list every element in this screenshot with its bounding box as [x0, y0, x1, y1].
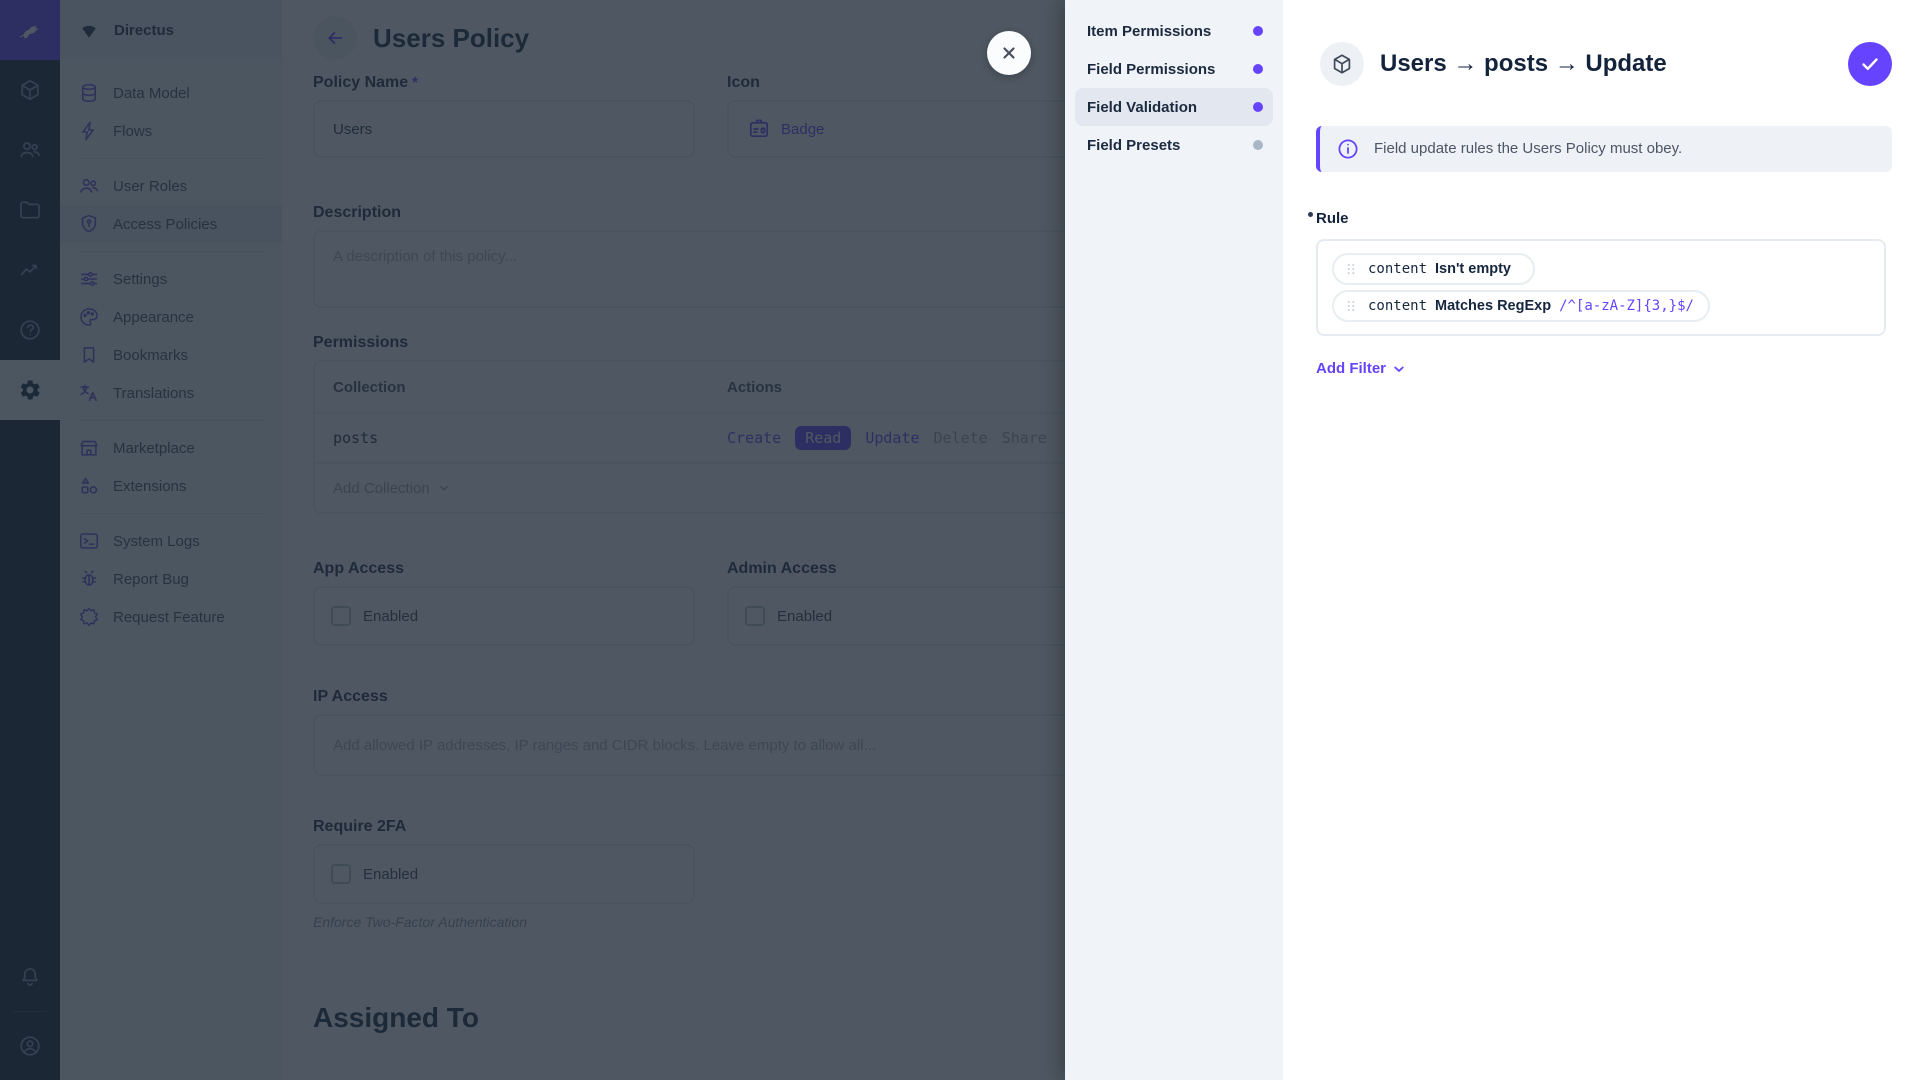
permissions-drawer: Item Permissions Field Permissions Field…	[1065, 0, 1920, 1080]
drawer-close-button[interactable]	[987, 31, 1031, 75]
tab-field-presets[interactable]: Field Presets	[1075, 126, 1273, 164]
add-filter-button[interactable]: Add Filter	[1316, 360, 1408, 378]
save-button[interactable]	[1848, 42, 1892, 86]
status-dot	[1253, 64, 1263, 74]
rule-label: Rule	[1316, 210, 1892, 227]
tab-label: Item Permissions	[1087, 23, 1211, 40]
status-dot	[1253, 140, 1263, 150]
chevron-down-icon	[1390, 360, 1408, 378]
tab-label: Field Validation	[1087, 99, 1197, 116]
required-dot	[1308, 212, 1313, 217]
drawer-nav: Item Permissions Field Permissions Field…	[1065, 0, 1283, 1080]
box-icon	[1320, 42, 1364, 86]
drawer-header: Users → posts → Update	[1316, 0, 1892, 98]
app-window: Directus Data Model Flows User Roles Acc…	[0, 0, 1920, 1080]
close-icon	[997, 41, 1021, 65]
drawer-main: Users → posts → Update Field update rule…	[1283, 0, 1920, 1080]
tab-label: Field Presets	[1087, 137, 1180, 154]
rule-label-text: Rule	[1316, 210, 1349, 227]
status-dot	[1253, 26, 1263, 36]
tab-label: Field Permissions	[1087, 61, 1215, 78]
tab-item-permissions[interactable]: Item Permissions	[1075, 12, 1273, 50]
add-filter-label: Add Filter	[1316, 360, 1386, 377]
check-icon	[1858, 52, 1882, 76]
notice-text: Field update rules the Users Policy must…	[1374, 140, 1682, 157]
filter-value[interactable]: /^[a-zA-Z]{3,}$/	[1559, 298, 1694, 314]
rule-filter-panel: content Isn't empty content Matches RegE…	[1316, 239, 1886, 336]
status-dot	[1253, 102, 1263, 112]
info-icon	[1336, 137, 1360, 161]
info-notice: Field update rules the Users Policy must…	[1316, 126, 1892, 172]
filter-row[interactable]: content Matches RegExp /^[a-zA-Z]{3,}$/	[1332, 290, 1710, 322]
tab-field-permissions[interactable]: Field Permissions	[1075, 50, 1273, 88]
drag-handle-icon[interactable]	[1342, 260, 1360, 278]
filter-row[interactable]: content Isn't empty	[1332, 253, 1535, 285]
drawer-title: Users → posts → Update	[1380, 50, 1832, 78]
filter-field[interactable]: content	[1368, 261, 1427, 277]
filter-operator[interactable]: Isn't empty	[1435, 261, 1511, 277]
filter-operator[interactable]: Matches RegExp	[1435, 298, 1551, 314]
filter-field[interactable]: content	[1368, 298, 1427, 314]
tab-field-validation[interactable]: Field Validation	[1075, 88, 1273, 126]
drag-handle-icon[interactable]	[1342, 297, 1360, 315]
